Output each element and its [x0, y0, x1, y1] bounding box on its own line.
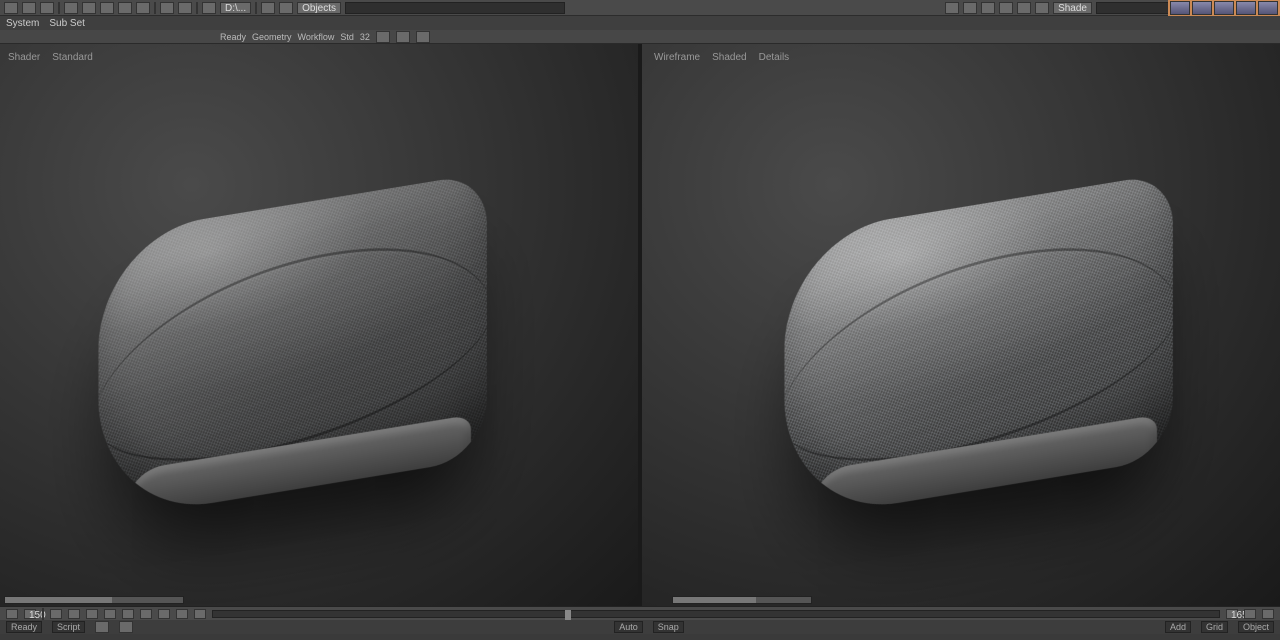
viewport-label-bar: Shader Standard [8, 52, 93, 63]
zoom-in-icon[interactable] [1244, 609, 1256, 619]
material-thumb[interactable] [1258, 1, 1278, 15]
model-body [98, 173, 486, 522]
timeline-playhead[interactable] [565, 610, 571, 620]
loop-icon[interactable] [158, 609, 170, 619]
status-mid[interactable]: Snap [653, 621, 684, 633]
rec-icon[interactable] [140, 609, 152, 619]
key-icon[interactable] [176, 609, 188, 619]
redo-icon[interactable] [82, 2, 96, 14]
separator [196, 2, 198, 14]
command-input[interactable] [345, 2, 565, 14]
status-label: Ready [6, 621, 42, 633]
material-thumb[interactable] [1236, 1, 1256, 15]
rotate-icon[interactable] [981, 2, 995, 14]
file-icon[interactable] [202, 2, 216, 14]
mode-label[interactable]: Objects [297, 2, 341, 14]
viewport-detail-label[interactable]: Details [759, 52, 790, 63]
separator [58, 2, 60, 14]
cut-icon[interactable] [100, 2, 114, 14]
material-thumbs [1168, 0, 1280, 16]
save-icon[interactable] [40, 2, 54, 14]
separator [154, 2, 156, 14]
undo-icon[interactable] [64, 2, 78, 14]
shade-label[interactable]: Shade [1053, 2, 1092, 14]
play-icon[interactable] [86, 609, 98, 619]
material-thumb[interactable] [1192, 1, 1212, 15]
viewport-mode-label[interactable]: Wireframe [654, 52, 700, 63]
scrollbar-thumb[interactable] [5, 597, 112, 603]
autokey-icon[interactable] [194, 609, 206, 619]
subtool-icon[interactable] [376, 31, 390, 43]
status-mid[interactable]: Auto [614, 621, 643, 633]
status-bar: Ready Script Auto Snap Add Grid Object [0, 620, 1280, 634]
menu-system[interactable]: System [6, 18, 39, 29]
sub-label: Std [340, 32, 354, 42]
status-coords: Script [52, 621, 85, 633]
sub-label: 32 [360, 32, 370, 42]
viewport-left[interactable]: Shader Standard [0, 44, 638, 606]
menu-subset[interactable]: Sub Set [49, 18, 85, 29]
separator [42, 608, 44, 620]
next-key-icon[interactable] [104, 609, 116, 619]
subtool-icon[interactable] [416, 31, 430, 43]
move-icon[interactable] [963, 2, 977, 14]
viewport-right[interactable]: Wireframe Shaded Details [638, 44, 1280, 606]
viewport-shading-label[interactable]: Standard [52, 52, 93, 63]
viewport-label-bar: Wireframe Shaded Details [654, 52, 789, 63]
status-icon[interactable] [119, 621, 133, 633]
subtool-icon[interactable] [396, 31, 410, 43]
material-thumb[interactable] [1170, 1, 1190, 15]
main-toolbar: D:\... Objects Shade [0, 0, 1280, 16]
copy-icon[interactable] [118, 2, 132, 14]
viewport-scroll-h[interactable] [4, 596, 184, 604]
status-right[interactable]: Grid [1201, 621, 1228, 633]
viewport-scroll-h[interactable] [672, 596, 812, 604]
play-rev-icon[interactable] [68, 609, 80, 619]
view-icon[interactable] [261, 2, 275, 14]
timeline-frame[interactable]: 150 [24, 609, 36, 619]
menubar: System Sub Set [0, 16, 1280, 30]
new-icon[interactable] [4, 2, 18, 14]
model-body [784, 173, 1172, 522]
viewport-container: Shader Standard Wireframe Shaded Details [0, 44, 1280, 606]
align-icon[interactable] [1035, 2, 1049, 14]
grid-icon[interactable] [279, 2, 293, 14]
zoom-out-icon[interactable] [1262, 609, 1274, 619]
sub-toolbar: Ready Geometry Workflow Std 32 [0, 30, 1280, 44]
snap-icon[interactable] [1017, 2, 1031, 14]
prev-key-icon[interactable] [50, 609, 62, 619]
unlink-icon[interactable] [178, 2, 192, 14]
separator [255, 2, 257, 14]
select-icon[interactable] [945, 2, 959, 14]
material-thumb[interactable] [1214, 1, 1234, 15]
status-right[interactable]: Add [1165, 621, 1191, 633]
scrollbar-thumb[interactable] [673, 597, 756, 603]
doc-path[interactable]: D:\... [220, 2, 251, 14]
sub-label: Workflow [298, 32, 335, 42]
viewport-mode-label[interactable]: Shader [8, 52, 40, 63]
timeline-bar: 150 1650 [0, 606, 1280, 620]
sub-label: Ready [220, 32, 246, 42]
timeline-end[interactable]: 1650 [1226, 609, 1238, 619]
scale-icon[interactable] [999, 2, 1013, 14]
model-preview [98, 173, 486, 522]
sub-label: Geometry [252, 32, 292, 42]
model-preview [784, 173, 1172, 522]
status-icon[interactable] [95, 621, 109, 633]
paste-icon[interactable] [136, 2, 150, 14]
timeline-track[interactable] [212, 610, 1220, 618]
viewport-shading-label[interactable]: Shaded [712, 52, 746, 63]
link-icon[interactable] [160, 2, 174, 14]
end-icon[interactable] [122, 609, 134, 619]
status-right[interactable]: Object [1238, 621, 1274, 633]
timeline-start-icon[interactable] [6, 609, 18, 619]
open-icon[interactable] [22, 2, 36, 14]
